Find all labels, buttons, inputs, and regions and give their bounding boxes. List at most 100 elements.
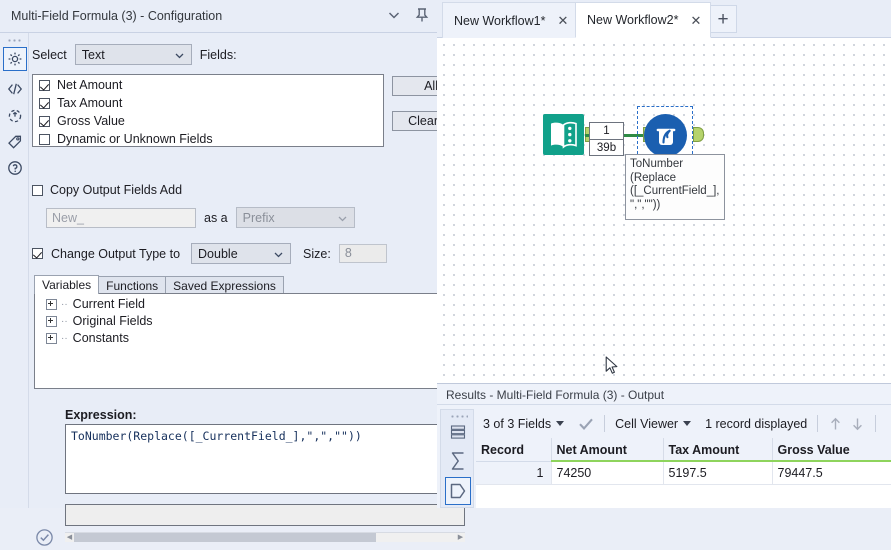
close-icon[interactable]: ✕ [554, 12, 571, 29]
size-label: Size: [303, 246, 331, 261]
expression-editor[interactable]: ToNumber(Replace([_CurrentField_],",",""… [65, 424, 465, 494]
results-toolbar: 3 of 3 Fields Cell Viewer 1 record displ… [476, 409, 891, 438]
scroll-right-arrow[interactable]: ▶ [456, 533, 465, 542]
expression-tabs: Variables Functions Saved Expressions [34, 275, 284, 294]
fields-label: Fields: [199, 47, 237, 62]
node-annotation[interactable]: ToNumber (Replace ([_CurrentField_], ","… [625, 154, 725, 220]
expand-icon[interactable] [46, 315, 57, 327]
column-header-net-amount[interactable]: Net Amount [551, 438, 664, 462]
validate-checkmark-icon[interactable] [35, 528, 54, 550]
cell-tax-amount[interactable]: 5197.5 [663, 461, 773, 485]
scroll-left-arrow[interactable]: ◀ [65, 533, 74, 542]
tree-node[interactable]: ·· Original Fields [46, 314, 439, 328]
tab-functions[interactable]: Functions [98, 276, 167, 294]
chevron-down-icon [336, 212, 349, 228]
rail-drag-dots[interactable] [7, 38, 22, 43]
tree-node[interactable]: ·· Current Field [46, 297, 439, 311]
table-empty-row [476, 484, 891, 503]
checkmark-icon[interactable] [571, 417, 601, 431]
prefix-suffix-select[interactable]: Prefix [235, 207, 355, 228]
expression-message-box [65, 504, 465, 526]
gear-icon[interactable] [3, 47, 27, 71]
output-port[interactable] [693, 127, 704, 142]
refresh-arrow-icon[interactable] [3, 104, 27, 128]
column-header-gross-value[interactable]: Gross Value [772, 438, 891, 462]
expression-text: ToNumber(Replace([_CurrentField_],",",""… [71, 429, 362, 443]
field-checkbox[interactable] [39, 134, 50, 145]
close-icon[interactable]: ✕ [687, 12, 704, 29]
field-checkbox[interactable] [39, 116, 50, 127]
results-title: Results - Multi-Field Formula (3) - Outp… [446, 388, 665, 402]
pin-icon[interactable] [413, 6, 431, 24]
viewer-mode-selector[interactable]: Cell Viewer [608, 417, 698, 431]
results-grid[interactable]: Record Net Amount Tax Amount Gross Value… [476, 438, 891, 508]
config-icon-rail [0, 33, 29, 508]
as-a-label: as a [204, 210, 228, 225]
field-checkbox[interactable] [39, 98, 50, 109]
question-icon[interactable] [3, 156, 27, 180]
tab-label: New Workflow1* [454, 13, 546, 28]
tag-icon[interactable] [3, 130, 27, 154]
copy-output-fields-row[interactable]: Copy Output Fields Add [32, 183, 182, 197]
sigma-icon[interactable] [445, 448, 471, 474]
scrollbar-thumb[interactable] [74, 533, 376, 542]
list-item[interactable]: Dynamic or Unknown Fields [39, 132, 383, 147]
fields-selector[interactable]: 3 of 3 Fields [476, 417, 571, 431]
tree-node-label: Original Fields [72, 314, 153, 328]
tree-node-label: Current Field [72, 297, 145, 311]
field-type-select[interactable]: Text [74, 44, 192, 65]
connection-record-label[interactable]: 1 39b [589, 122, 624, 156]
variables-tree[interactable]: ·· Current Field ·· Original Fields ·· C… [34, 293, 440, 389]
field-label: Gross Value [57, 114, 125, 128]
tab-new-workflow2[interactable]: New Workflow2* ✕ [575, 2, 712, 38]
list-item[interactable]: Gross Value [39, 114, 383, 129]
results-icon-rail [440, 409, 474, 508]
tab-new-workflow1[interactable]: New Workflow1* ✕ [442, 2, 579, 38]
tab-saved-expressions[interactable]: Saved Expressions [165, 276, 284, 294]
arrow-up-icon[interactable] [821, 416, 850, 432]
output-shape-icon[interactable] [445, 477, 471, 505]
chevron-down-icon [556, 421, 565, 426]
field-label: Tax Amount [57, 96, 123, 110]
rail-drag-dots[interactable] [450, 414, 468, 418]
output-type-value: Double [198, 246, 238, 261]
copy-output-checkbox[interactable] [32, 184, 43, 196]
rows-icon[interactable] [445, 419, 471, 445]
change-output-type-checkbox[interactable] [32, 248, 43, 259]
column-header-record[interactable]: Record [476, 438, 552, 462]
results-title-bar: Results - Multi-Field Formula (3) - Outp… [437, 383, 891, 405]
expression-label: Expression: [65, 408, 137, 422]
results-panel: Results - Multi-Field Formula (3) - Outp… [437, 383, 891, 508]
list-item[interactable]: Tax Amount [39, 96, 383, 111]
size-input[interactable]: 8 [338, 244, 387, 263]
field-label: Dynamic or Unknown Fields [57, 132, 213, 146]
chevron-down-icon[interactable] [385, 6, 403, 24]
new-field-name-input[interactable]: New_ [46, 207, 196, 228]
cell-gross-value[interactable]: 79447.5 [772, 461, 891, 485]
add-workflow-tab-button[interactable]: + [709, 5, 737, 33]
workflow-canvas[interactable]: 1 39b ToNumber (Replace ([_CurrentField_… [437, 38, 891, 383]
mouse-pointer-icon [605, 356, 619, 378]
output-type-select[interactable]: Double [191, 243, 292, 264]
fields-checkbox-list[interactable]: Net Amount Tax Amount Gross Value Dynami… [32, 74, 384, 147]
horizontal-scrollbar[interactable]: ◀ ▶ [65, 532, 465, 542]
fields-selector-label: 3 of 3 Fields [483, 416, 552, 431]
alteryx-designer-window: Multi-Field Formula (3) - Configuration [0, 0, 891, 546]
field-label: Net Amount [57, 78, 123, 92]
column-header-tax-amount[interactable]: Tax Amount [663, 438, 773, 462]
arrow-down-icon[interactable] [850, 416, 872, 432]
connection-data-size: 39b [596, 142, 617, 154]
select-type-row: Select Text Fields: [32, 44, 237, 65]
cell-net-amount[interactable]: 74250 [551, 461, 664, 485]
field-checkbox[interactable] [39, 80, 50, 91]
chevron-down-icon [272, 248, 285, 264]
table-row[interactable]: 1 74250 5197.5 79447.5 [476, 461, 891, 485]
code-icon[interactable] [3, 77, 27, 101]
input-data-node[interactable] [542, 113, 596, 156]
list-item[interactable]: Net Amount [39, 78, 383, 93]
expand-icon[interactable] [46, 298, 57, 310]
expand-icon[interactable] [46, 332, 57, 344]
tab-variables[interactable]: Variables [34, 275, 100, 294]
tree-node[interactable]: ·· Constants [46, 331, 439, 345]
cell-record: 1 [476, 461, 552, 485]
